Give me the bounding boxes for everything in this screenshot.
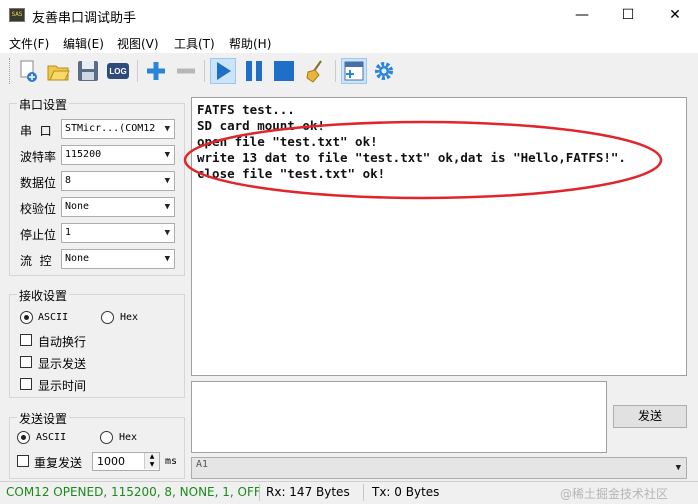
flowctrl-select[interactable]: None ▼ [61, 249, 175, 269]
log-icon[interactable]: LOG [105, 58, 131, 84]
receive-settings-group [9, 294, 185, 398]
toolbar-separator [204, 60, 205, 82]
terminal-line: FATFS test... [197, 102, 295, 117]
status-separator [363, 484, 364, 501]
clear-broom-icon[interactable] [303, 58, 329, 84]
flowctrl-label: 流 控 [20, 254, 52, 268]
parity-select[interactable]: None ▼ [61, 197, 175, 217]
close-button[interactable]: ✕ [652, 0, 698, 31]
recv-hex-radio[interactable] [101, 311, 114, 324]
send-hex-radio[interactable] [100, 431, 113, 444]
rx-count: Rx: 147 Bytes [266, 485, 350, 499]
auto-wrap-label: 自动换行 [38, 335, 87, 349]
interval-unit: ms [165, 456, 178, 467]
databits-select[interactable]: 8 ▼ [61, 171, 175, 191]
watermark: @稀土掘金技术社区 [560, 487, 669, 501]
chevron-down-icon: ▼ [164, 150, 170, 160]
send-hex-label: Hex [119, 432, 138, 443]
toolbar-separator [137, 60, 138, 82]
repeat-send-checkbox[interactable] [17, 455, 29, 467]
stopbits-select[interactable]: 1 ▼ [61, 223, 175, 243]
port-status: COM12 OPENED, 115200, 8, NONE, 1, OFF [6, 485, 261, 499]
chevron-down-icon: ▼ [164, 228, 170, 238]
menu-help[interactable]: 帮助(H) [229, 35, 271, 52]
chevron-down-icon: ▼ [164, 176, 170, 186]
parity-label: 校验位 [20, 202, 57, 216]
menu-view[interactable]: 视图(V) [117, 35, 159, 52]
baud-select[interactable]: 115200 ▼ [61, 145, 175, 165]
stepper-up-icon[interactable]: ▲ [144, 453, 159, 461]
send-button[interactable]: 发送 [613, 405, 687, 428]
chevron-down-icon: ▼ [164, 254, 170, 264]
toolbar-separator [335, 60, 336, 82]
send-history-value: A1 [196, 459, 209, 470]
recv-hex-label: Hex [120, 312, 139, 323]
settings-gear-icon[interactable] [371, 58, 397, 84]
baud-value: 115200 [65, 149, 102, 160]
interval-value: 1000 [97, 455, 125, 468]
baud-label: 波特率 [20, 150, 57, 164]
show-send-label: 显示发送 [38, 357, 87, 371]
app-icon: SAS [9, 8, 25, 22]
chevron-down-icon: ▼ [164, 202, 170, 212]
new-icon[interactable] [15, 58, 41, 84]
pause-icon[interactable] [241, 58, 267, 84]
menu-edit[interactable]: 编辑(E) [63, 35, 104, 52]
repeat-send-label: 重复发送 [34, 456, 83, 470]
open-icon[interactable] [45, 58, 71, 84]
recv-ascii-label: ASCII [38, 312, 69, 323]
show-send-checkbox[interactable] [20, 356, 32, 368]
play-icon[interactable] [210, 58, 236, 84]
stopbits-value: 1 [65, 227, 72, 238]
remove-icon[interactable] [173, 58, 199, 84]
port-select[interactable]: STMicr...(COM12 ▼ [61, 119, 175, 139]
send-history-select[interactable]: A1 ▼ [191, 457, 687, 479]
menu-tools[interactable]: 工具(T) [174, 35, 215, 52]
auto-wrap-checkbox[interactable] [20, 334, 32, 346]
add-icon[interactable] [143, 58, 169, 84]
chevron-down-icon: ▼ [675, 463, 681, 473]
show-time-label: 显示时间 [38, 379, 87, 393]
flowctrl-value: None [65, 253, 90, 264]
status-separator [259, 484, 260, 501]
minimize-button[interactable]: — [559, 0, 605, 31]
send-ascii-label: ASCII [36, 432, 67, 443]
send-settings-title: 发送设置 [17, 410, 70, 427]
chevron-down-icon: ▼ [164, 124, 170, 134]
show-time-checkbox[interactable] [20, 378, 32, 390]
window-title: 友善串口调试助手 [32, 11, 137, 26]
port-value: STMicr...(COM12 [65, 123, 156, 134]
stepper-down-icon[interactable]: ▼ [144, 461, 159, 469]
send-input[interactable] [191, 381, 607, 453]
databits-value: 8 [65, 175, 72, 186]
port-label: 串 口 [20, 124, 52, 138]
parity-value: None [65, 201, 90, 212]
serial-settings-title: 串口设置 [17, 96, 70, 113]
save-icon[interactable] [75, 58, 101, 84]
menu-file[interactable]: 文件(F) [9, 35, 49, 52]
receive-settings-title: 接收设置 [17, 287, 70, 304]
tx-count: Tx: 0 Bytes [372, 485, 440, 499]
stop-icon[interactable] [271, 58, 297, 84]
maximize-button[interactable]: ☐ [605, 0, 651, 31]
stopbits-label: 停止位 [20, 228, 57, 242]
databits-label: 数据位 [20, 176, 57, 190]
highlight-ellipse [183, 120, 663, 200]
menu-bar [0, 31, 698, 53]
interval-stepper[interactable]: 1000 ▲ ▼ [92, 452, 160, 471]
toolbar-grip[interactable] [9, 58, 12, 84]
recv-ascii-radio[interactable] [20, 311, 33, 324]
layout-icon[interactable] [341, 58, 367, 84]
log-icon-label: LOG [109, 67, 126, 76]
send-ascii-radio[interactable] [17, 431, 30, 444]
